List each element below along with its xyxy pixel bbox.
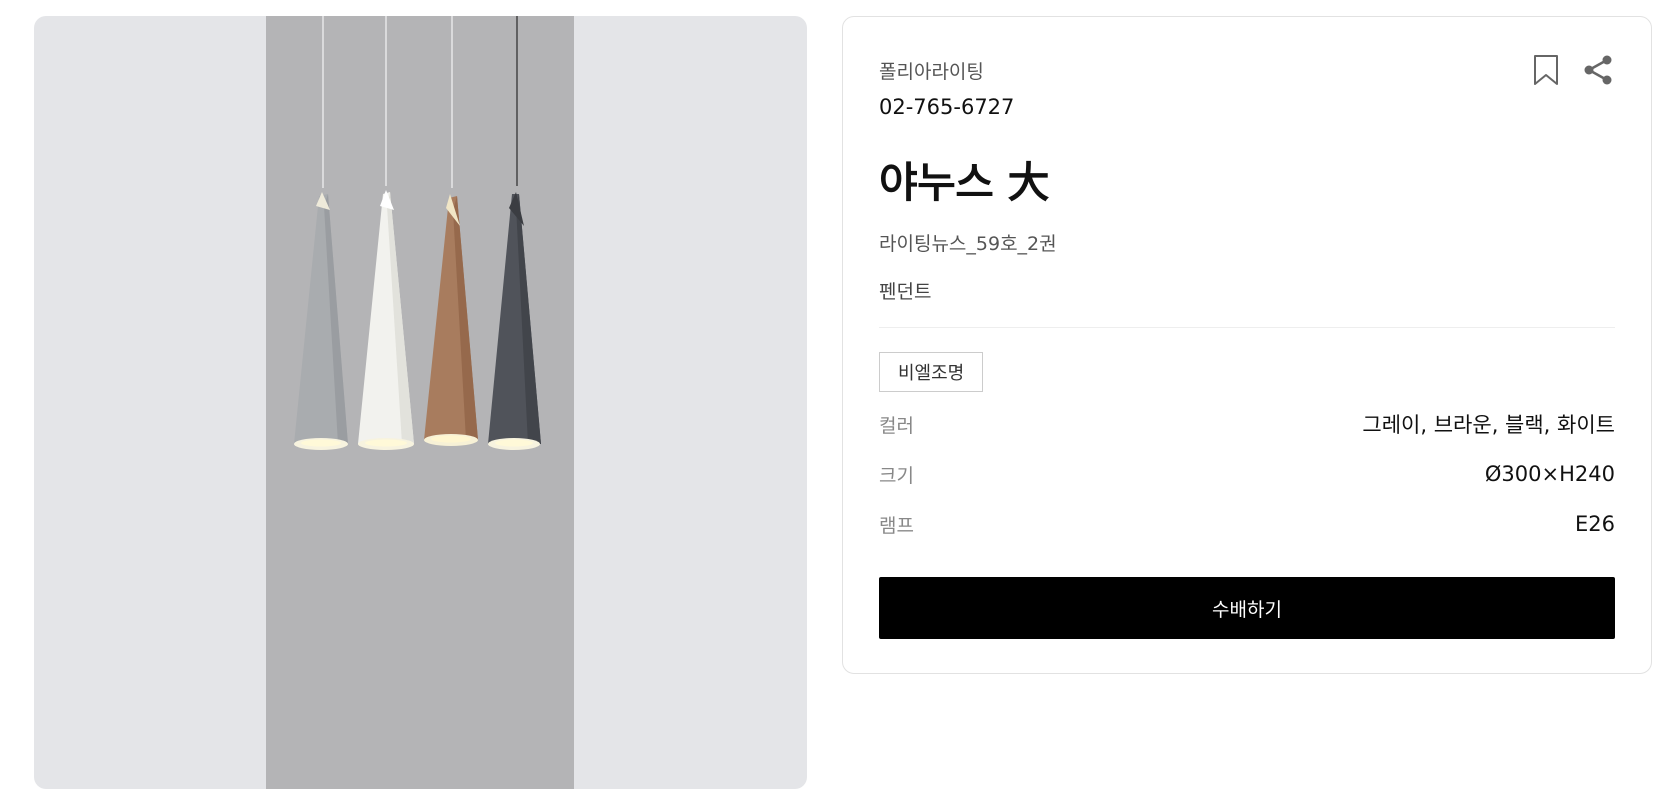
brand-phone: 02-765-6727 [879,95,1015,119]
lamp-white [358,190,414,450]
spec-label: 컬러 [879,414,914,437]
bookmark-icon [1534,55,1558,85]
spec-value: E26 [1575,512,1615,536]
spec-value: 그레이, 브라운, 블랙, 화이트 [1362,413,1615,437]
bookmark-button[interactable] [1529,53,1563,87]
manufacturer-tag[interactable]: 비엘조명 [879,352,984,392]
product-source: 라이팅뉴스_59호_2권 [879,233,1057,255]
divider [879,327,1615,328]
lamp-brown [424,194,478,446]
lamp-black [488,192,541,450]
spec-row-size: 크기 Ø300×H240 [879,459,1615,489]
spec-row-color: 컬러 그레이, 브라운, 블랙, 화이트 [879,409,1615,439]
product-title: 야누스 大 [879,158,1050,207]
spec-label: 램프 [879,514,914,537]
share-button[interactable] [1581,53,1615,87]
order-button[interactable]: 수배하기 [879,577,1615,639]
product-photo [266,16,574,789]
spec-label: 크기 [879,464,914,487]
product-info-panel: 폴리아라이팅 02-765-6727 야누스 大 라이팅뉴스_59호_2권 펜던… [842,16,1652,674]
lamp-gray [294,192,348,450]
spec-value: Ø300×H240 [1484,462,1615,486]
spec-row-lamp: 램프 E26 [879,509,1615,539]
product-category: 펜던트 [879,281,932,303]
brand-name[interactable]: 폴리아라이팅 [879,57,984,84]
product-image-gallery [34,16,807,789]
product-actions [1529,53,1615,87]
share-icon [1584,55,1612,85]
